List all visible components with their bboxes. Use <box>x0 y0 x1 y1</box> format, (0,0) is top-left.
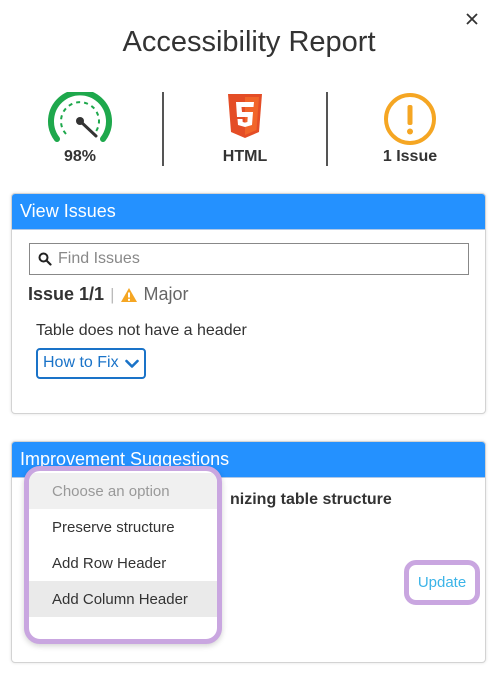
suggestion-text: nizing table structure <box>230 491 392 508</box>
issue-count: Issue 1/1 <box>28 284 105 304</box>
dropdown-option[interactable]: Add Row Header <box>29 545 217 581</box>
option-dropdown[interactable]: Choose an option Preserve structure Add … <box>24 466 222 644</box>
update-highlight: Update <box>404 560 480 605</box>
how-to-fix-button[interactable]: How to Fix <box>36 348 146 379</box>
chevron-down-icon <box>124 359 139 368</box>
page-title: Accessibility Report <box>122 26 376 58</box>
score-item: 98% <box>30 90 130 170</box>
report-summary: 98% HTML 1 Issue <box>0 90 498 170</box>
dropdown-option[interactable]: Add Column Header <box>29 581 217 617</box>
issues-label: 1 Issue <box>382 148 438 165</box>
issue-status: Issue 1/1 | Major <box>28 284 189 305</box>
severity-label: Major <box>143 284 189 304</box>
divider <box>326 92 328 166</box>
divider <box>162 92 164 166</box>
warning-circle-icon <box>384 93 436 145</box>
issues-item: 1 Issue <box>360 90 460 170</box>
search-icon <box>38 252 52 266</box>
view-issues-panel: View Issues Issue 1/1 | Major Table does… <box>11 193 486 414</box>
issue-description: Table does not have a header <box>36 322 247 339</box>
issue-separator: | <box>110 284 115 304</box>
warning-triangle-icon <box>121 287 138 302</box>
format-item: HTML <box>195 90 295 170</box>
html5-icon <box>228 94 262 138</box>
format-label: HTML <box>222 148 268 165</box>
score-label: 98% <box>63 148 97 165</box>
view-issues-header[interactable]: View Issues <box>12 194 485 230</box>
search-input[interactable] <box>58 250 458 268</box>
how-to-fix-label: How to Fix <box>43 354 119 371</box>
search-box[interactable] <box>29 243 469 275</box>
dropdown-option-placeholder: Choose an option <box>29 473 217 509</box>
dropdown-option[interactable]: Preserve structure <box>29 509 217 545</box>
update-button[interactable]: Update <box>418 574 466 591</box>
gauge-icon <box>48 92 112 142</box>
